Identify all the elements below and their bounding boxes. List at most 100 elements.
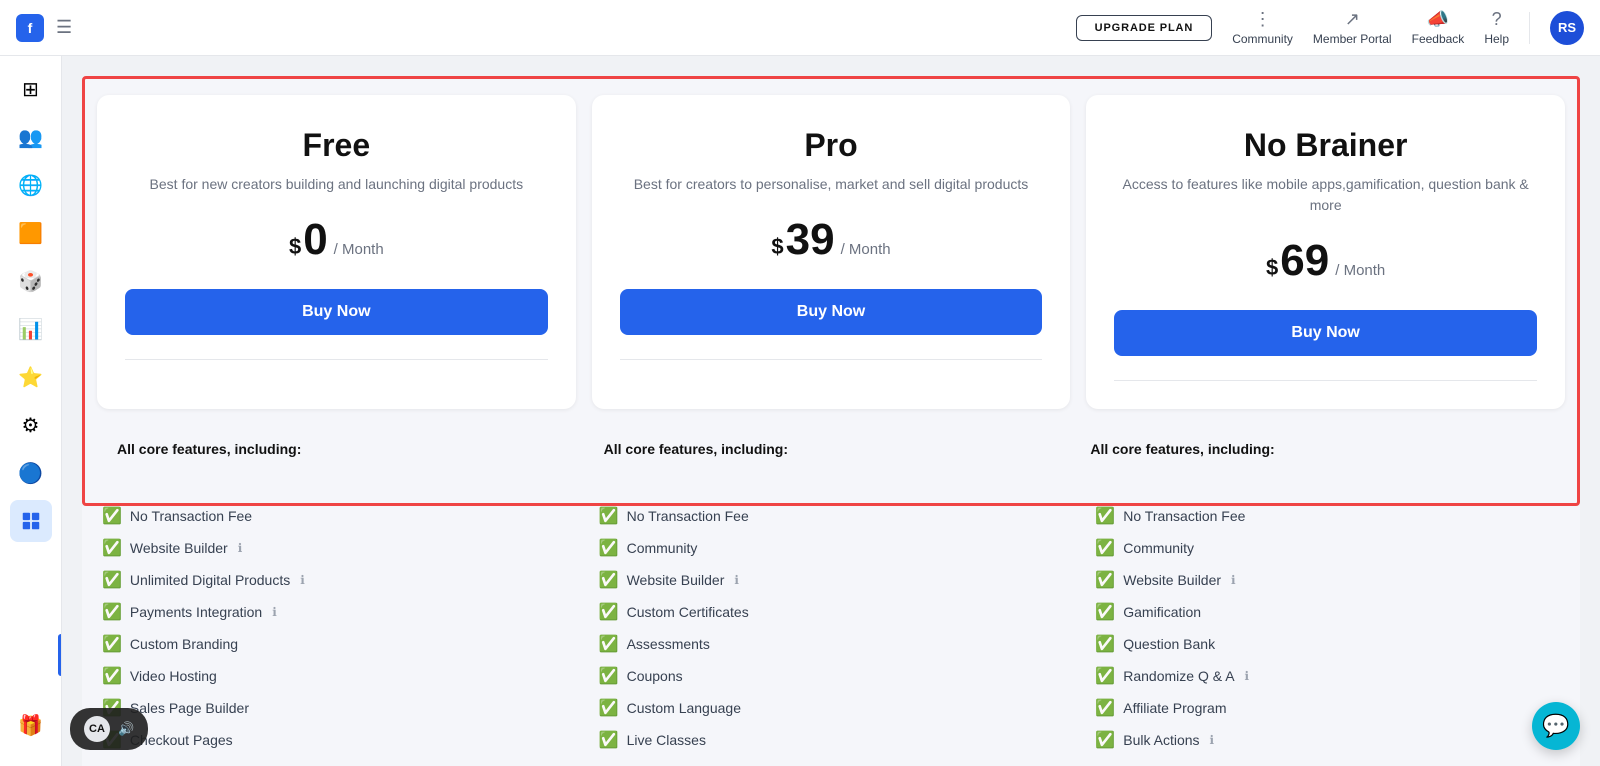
price-dollar-free: $ — [289, 234, 301, 260]
check-icon: ✅ — [102, 602, 122, 622]
feedback-link[interactable]: 📣 Feedback — [1412, 9, 1465, 46]
features-headers-grid: All core features, including: All core f… — [97, 425, 1565, 487]
member-portal-link[interactable]: ↗ Member Portal — [1313, 9, 1392, 46]
feature-label: Website Builder — [130, 540, 228, 556]
feature-label: Assessments — [627, 636, 710, 652]
feature-free-checkout-pages: ✅ Checkout Pages — [102, 730, 567, 750]
sidebar-item-website[interactable]: 🌐 — [10, 164, 52, 206]
feedback-icon: 📣 — [1427, 9, 1449, 30]
sidebar-active-bar — [58, 634, 61, 676]
plan-name-pro: Pro — [620, 127, 1043, 164]
feature-nb-website-builder: ✅ Website Builder ℹ — [1095, 570, 1560, 590]
feature-pro-coupons: ✅ Coupons — [599, 666, 1064, 686]
feature-label: Affiliate Program — [1123, 700, 1226, 716]
buy-now-button-free[interactable]: Buy Now — [125, 289, 548, 335]
feature-label: Live Classes — [627, 732, 706, 748]
sidebar-item-users[interactable]: 👥 — [10, 116, 52, 158]
info-icon[interactable]: ℹ — [1245, 669, 1250, 683]
feature-nb-affiliate-program: ✅ Affiliate Program — [1095, 698, 1560, 718]
sidebar-item-analytics[interactable]: 📊 — [10, 308, 52, 350]
help-icon: ? — [1492, 9, 1502, 30]
feature-label: Custom Language — [627, 700, 741, 716]
features-list-nobrainer: ✅ No Transaction Fee ✅ Community ✅ Websi… — [1087, 506, 1568, 766]
sidebar-item-community[interactable]: 🔵 — [10, 452, 52, 494]
logo-icon[interactable]: f — [16, 14, 44, 42]
user-avatar[interactable]: RS — [1550, 11, 1584, 45]
chat-bubble-button[interactable]: 💬 — [1532, 702, 1580, 750]
help-label: Help — [1484, 32, 1509, 46]
upgrade-plan-button[interactable]: UPGRADE PLAN — [1076, 15, 1213, 41]
price-amount-free: 0 — [303, 215, 327, 265]
check-icon: ✅ — [1095, 730, 1115, 750]
check-icon: ✅ — [599, 538, 619, 558]
price-period-free: / Month — [334, 241, 384, 258]
check-icon: ✅ — [599, 730, 619, 750]
header-nav: UPGRADE PLAN ⋮ Community ↗ Member Portal… — [800, 9, 1584, 46]
feature-free-website-builder: ✅ Website Builder ℹ — [102, 538, 567, 558]
check-icon: ✅ — [102, 538, 122, 558]
feature-label: Payments Integration — [130, 604, 262, 620]
feature-label: Website Builder — [1123, 572, 1221, 588]
plan-card-pro: Pro Best for creators to personalise, ma… — [592, 95, 1071, 409]
info-icon[interactable]: ℹ — [1210, 733, 1215, 747]
info-icon[interactable]: ℹ — [734, 573, 739, 587]
community-link[interactable]: ⋮ Community — [1232, 9, 1293, 46]
feature-label: Community — [627, 540, 698, 556]
check-icon: ✅ — [1095, 570, 1115, 590]
features-header-pro: All core features, including: — [604, 441, 1059, 457]
feature-nb-randomize-qa: ✅ Randomize Q & A ℹ — [1095, 666, 1560, 686]
sidebar-item-gamification[interactable]: 🎲 — [10, 260, 52, 302]
community-icon: ⋮ — [1254, 9, 1272, 30]
feature-label: No Transaction Fee — [1123, 508, 1245, 524]
feature-free-custom-branding: ✅ Custom Branding — [102, 634, 567, 654]
badge-sound-icon[interactable]: 🔊 — [118, 721, 134, 737]
check-icon: ✅ — [1095, 698, 1115, 718]
plan-divider-free — [125, 359, 548, 360]
plan-divider-pro — [620, 359, 1043, 360]
plan-card-nobrainer: No Brainer Access to features like mobil… — [1086, 95, 1565, 409]
sidebar-item-settings[interactable]: ⚙ — [10, 404, 52, 446]
price-period-nobrainer: / Month — [1335, 262, 1385, 279]
sidebar-item-active[interactable] — [10, 500, 52, 542]
plan-card-free: Free Best for new creators building and … — [97, 95, 576, 409]
header: f ☰ UPGRADE PLAN ⋮ Community ↗ Member Po… — [0, 0, 1600, 56]
features-col-free-header: All core features, including: — [109, 425, 580, 487]
feature-free-payments-integration: ✅ Payments Integration ℹ — [102, 602, 567, 622]
feature-nb-community: ✅ Community — [1095, 538, 1560, 558]
plan-price-pro: $ 39 / Month — [620, 215, 1043, 265]
feature-label: Custom Certificates — [627, 604, 749, 620]
bottom-user-badge[interactable]: CA 🔊 — [70, 708, 148, 750]
sidebar-item-gift[interactable]: 🎁 — [10, 704, 52, 746]
check-icon: ✅ — [1095, 506, 1115, 526]
sidebar-item-reviews[interactable]: ⭐ — [10, 356, 52, 398]
header-left: f ☰ — [16, 14, 800, 42]
feature-free-no-transaction-fee: ✅ No Transaction Fee — [102, 506, 567, 526]
help-link[interactable]: ? Help — [1484, 9, 1509, 46]
buy-now-button-pro[interactable]: Buy Now — [620, 289, 1043, 335]
feature-label: No Transaction Fee — [627, 508, 749, 524]
check-icon: ✅ — [102, 666, 122, 686]
info-icon[interactable]: ℹ — [272, 605, 277, 619]
feature-free-video-hosting: ✅ Video Hosting — [102, 666, 567, 686]
info-icon[interactable]: ℹ — [1231, 573, 1236, 587]
hamburger-menu-icon[interactable]: ☰ — [56, 17, 72, 38]
header-divider — [1529, 12, 1530, 44]
feature-label: Bulk Actions — [1123, 732, 1199, 748]
buy-now-button-nobrainer[interactable]: Buy Now — [1114, 310, 1537, 356]
price-period-pro: / Month — [841, 241, 891, 258]
sidebar-item-dashboard[interactable]: ⊞ — [10, 68, 52, 110]
features-col-pro-header: All core features, including: — [596, 425, 1067, 487]
check-icon: ✅ — [1095, 666, 1115, 686]
info-icon[interactable]: ℹ — [238, 541, 243, 555]
feature-label: Gamification — [1123, 604, 1201, 620]
features-header-nobrainer: All core features, including: — [1090, 441, 1545, 457]
check-icon: ✅ — [599, 634, 619, 654]
plan-divider-nobrainer — [1114, 380, 1537, 381]
sidebar-item-products[interactable]: 🟧 — [10, 212, 52, 254]
features-list-free: ✅ No Transaction Fee ✅ Website Builder ℹ… — [94, 506, 575, 766]
feature-label: Community — [1123, 540, 1194, 556]
check-icon: ✅ — [102, 506, 122, 526]
plan-desc-free: Best for new creators building and launc… — [125, 174, 548, 195]
check-icon: ✅ — [1095, 634, 1115, 654]
info-icon[interactable]: ℹ — [300, 573, 305, 587]
